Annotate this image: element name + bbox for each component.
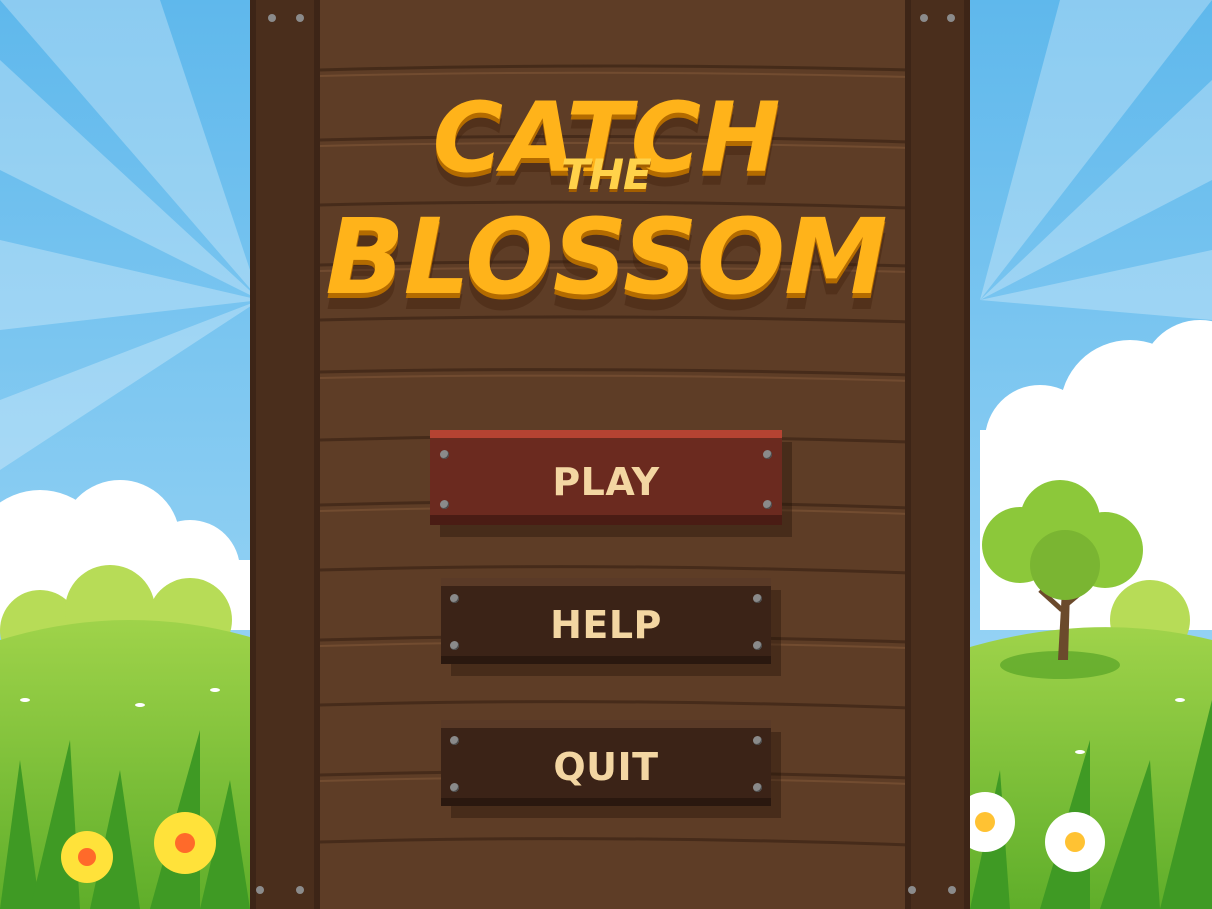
bolt-icon (450, 594, 459, 603)
play-button-label: PLAY (552, 459, 660, 504)
help-button[interactable]: HELP (441, 578, 771, 664)
play-button[interactable]: PLAY (430, 430, 782, 525)
bolt-icon (450, 736, 459, 745)
bolt-icon (450, 641, 459, 650)
bolt-icon (450, 783, 459, 792)
quit-button-label: QUIT (553, 745, 659, 789)
quit-button[interactable]: QUIT (441, 720, 771, 806)
flower-yellow-2 (154, 812, 216, 874)
bolt-icon (753, 783, 762, 792)
help-button-label: HELP (550, 603, 662, 647)
bolt-icon (753, 641, 762, 650)
bolt-icon (440, 500, 449, 509)
bolt-icon (753, 736, 762, 745)
bolt-icon (763, 450, 772, 459)
flower-white-2 (1045, 812, 1105, 872)
flower-yellow-1 (61, 831, 113, 883)
bolt-icon (753, 594, 762, 603)
bolt-icon (440, 450, 449, 459)
bolt-icon (763, 500, 772, 509)
